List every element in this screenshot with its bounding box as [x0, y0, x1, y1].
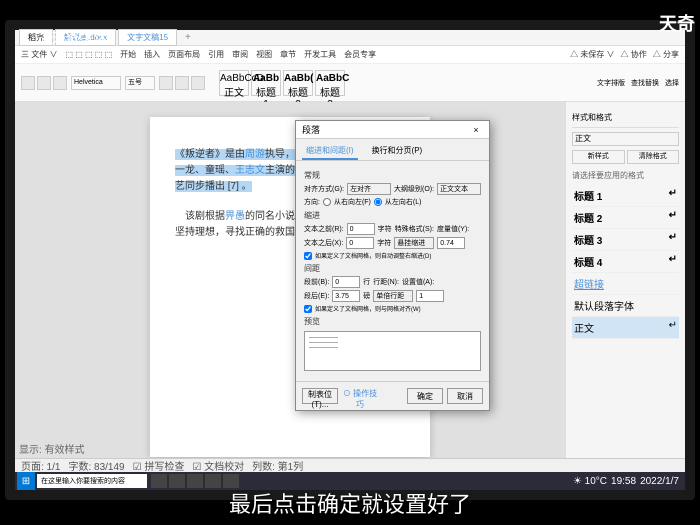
style-body[interactable]: 正文↵ [572, 317, 679, 339]
align-label: 对齐方式(G): [304, 184, 344, 194]
tab-indent[interactable]: 缩进和间距(I) [302, 143, 358, 160]
cancel-button[interactable]: 取消 [447, 388, 483, 404]
style-h3[interactable]: AaBbC标题 3 [315, 70, 345, 96]
style-default-font[interactable]: 默认段落字体 [572, 295, 679, 317]
menu-collab[interactable]: △ 协作 [621, 49, 647, 60]
tabs-button[interactable]: 制表位(T)... [302, 388, 338, 404]
section-spacing: 间距 [304, 263, 481, 274]
titlebar: 稻壳 解说集.docx 文字文稿15 + [15, 30, 685, 46]
subtitle: 最后点击确定就设置好了 [0, 487, 700, 519]
brand-logo-right: 天奇 [659, 10, 695, 36]
statusbar: 页面: 1/1 字数: 83/149 ☑ 拼写检查 ☑ 文档校对 列数: 第1列 [15, 458, 685, 472]
at-value-input[interactable] [416, 290, 444, 302]
word-count: 字数: 83/149 [68, 458, 124, 473]
spell-check[interactable]: ☑ 拼写检查 [133, 458, 185, 473]
menu-insert[interactable]: 插入 [144, 49, 160, 60]
style-heading2[interactable]: 标题 2↵ [572, 207, 679, 229]
task-icon[interactable] [187, 474, 203, 488]
paste-button[interactable] [21, 76, 35, 90]
style-heading1[interactable]: 标题 1↵ [572, 185, 679, 207]
section-preview: 预览 [304, 316, 481, 327]
styles-sidebar: 样式和格式 正文 新样式 清除格式 请选择要应用的格式 标题 1↵ 标题 2↵ … [565, 102, 685, 472]
style-h1[interactable]: AaBb标题 1 [251, 70, 281, 96]
new-style-button[interactable]: 新样式 [572, 150, 625, 164]
screen: 稻壳 解说集.docx 文字文稿15 + 三 文件 ∨ ⬚ ⬚ ⬚ ⬚ ⬚ 开始… [15, 30, 685, 490]
task-icon[interactable] [223, 474, 239, 488]
menubar: 三 文件 ∨ ⬚ ⬚ ⬚ ⬚ ⬚ 开始 插入 页面布局 引用 审阅 视图 章节 … [15, 46, 685, 64]
sidebar-label: 请选择要应用的格式 [572, 170, 679, 181]
select-tool[interactable]: 选择 [665, 78, 679, 88]
toolbar: Helvetica 五号 AaBbCcD正文 AaBb标题 1 AaBb(标题 … [15, 64, 685, 102]
size-select[interactable]: 五号 [125, 76, 155, 90]
monitor-frame: 稻壳 解说集.docx 文字文稿15 + 三 文件 ∨ ⬚ ⬚ ⬚ ⬚ ⬚ 开始… [5, 20, 695, 500]
menu-home[interactable]: 开始 [120, 49, 136, 60]
tab-add[interactable]: + [179, 30, 197, 45]
menu-chapter[interactable]: 章节 [280, 49, 296, 60]
menu-vip[interactable]: 会员专享 [344, 49, 376, 60]
outline-select[interactable]: 正文文本 [437, 183, 481, 195]
direction-label: 方向: [304, 197, 320, 207]
section-general: 常规 [304, 170, 481, 181]
sidebar-title: 样式和格式 [572, 108, 679, 128]
line-spacing-select[interactable]: 单倍行距 [373, 290, 413, 302]
hang-value-input[interactable] [437, 237, 465, 249]
space-after-input[interactable] [332, 290, 360, 302]
menu-ref[interactable]: 引用 [208, 49, 224, 60]
tips-link[interactable]: ⊙ 操作技巧 [342, 388, 378, 404]
menu-layout[interactable]: 页面布局 [168, 49, 200, 60]
dialog-title: 段落 [302, 123, 320, 136]
menu-unsaved[interactable]: △ 未保存 ∨ [570, 49, 614, 60]
tab-linebreak[interactable]: 换行和分页(P) [368, 143, 427, 160]
style-hyperlink[interactable]: 超链接 [572, 273, 679, 295]
task-icon[interactable] [169, 474, 185, 488]
column-info: 列数: 第1列 [252, 458, 303, 473]
menu-file[interactable]: 三 文件 ∨ [21, 49, 57, 60]
grid-align-check[interactable] [304, 305, 312, 313]
paragraph-dialog: 段落 × 缩进和间距(I) 换行和分页(P) 常规 对齐方式(G): 左对齐 大… [295, 120, 490, 411]
copy-button[interactable] [53, 76, 67, 90]
search-input[interactable]: 在这里输入你要搜索的内容 [37, 474, 147, 488]
page-count: 页面: 1/1 [21, 458, 60, 473]
menu-view[interactable]: 视图 [256, 49, 272, 60]
current-style[interactable]: 正文 [572, 132, 679, 146]
doc-proof[interactable]: ☑ 文档校对 [192, 458, 244, 473]
special-indent-select[interactable]: 悬挂缩进 [394, 237, 434, 249]
task-icon[interactable] [205, 474, 221, 488]
show-filter[interactable]: 显示: 有效样式 [19, 441, 681, 456]
brand-logo: 天奇生活 [35, 28, 107, 48]
time: 19:58 [611, 476, 636, 487]
weather[interactable]: ☀ 10°C [573, 476, 607, 487]
clear-format-button[interactable]: 清除格式 [627, 150, 680, 164]
close-icon[interactable]: × [469, 125, 483, 135]
dir-ltr-radio[interactable] [374, 198, 382, 206]
date: 2022/1/7 [640, 476, 679, 487]
dir-rtl-radio[interactable] [323, 198, 331, 206]
find-replace[interactable]: 查找替换 [631, 78, 659, 88]
menu-dev[interactable]: 开发工具 [304, 49, 336, 60]
style-heading4[interactable]: 标题 4↵ [572, 251, 679, 273]
auto-indent-check[interactable] [304, 252, 312, 260]
font-select[interactable]: Helvetica [71, 76, 121, 90]
style-heading3[interactable]: 标题 3↵ [572, 229, 679, 251]
indent-left-input[interactable] [347, 223, 375, 235]
menu-share[interactable]: △ 分享 [653, 49, 679, 60]
space-before-input[interactable] [332, 276, 360, 288]
section-indent: 缩进 [304, 210, 481, 221]
menu-review[interactable]: 审阅 [232, 49, 248, 60]
italic-button[interactable] [175, 76, 189, 90]
cut-button[interactable] [37, 76, 51, 90]
align-select[interactable]: 左对齐 [347, 183, 391, 195]
bold-button[interactable] [159, 76, 173, 90]
indent-right-input[interactable] [346, 237, 374, 249]
underline-button[interactable] [191, 76, 205, 90]
task-icon[interactable] [151, 474, 167, 488]
text-layout[interactable]: 文字排版 [597, 78, 625, 88]
tab-doc2[interactable]: 文字文稿15 [118, 29, 177, 46]
ok-button[interactable]: 确定 [407, 388, 443, 404]
style-normal[interactable]: AaBbCcD正文 [219, 70, 249, 96]
style-h2[interactable]: AaBb(标题 2 [283, 70, 313, 96]
menu-quick[interactable]: ⬚ ⬚ ⬚ ⬚ ⬚ [65, 50, 112, 59]
outline-label: 大纲级别(O): [394, 184, 434, 194]
preview-box: ━━━━━━━━━━━━━━━━━━━━━━━━━━━━━━━━━━━━ [304, 331, 481, 371]
